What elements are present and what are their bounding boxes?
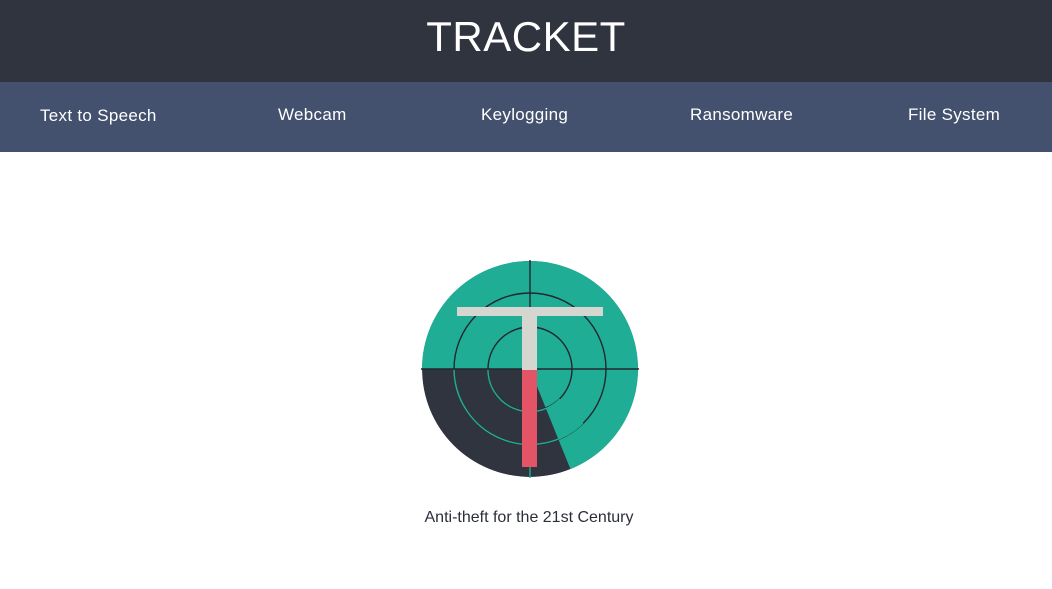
logo-t-stem-top bbox=[522, 307, 537, 370]
tagline: Anti-theft for the 21st Century bbox=[424, 509, 634, 526]
nav-item-webcam[interactable]: Webcam bbox=[278, 105, 347, 125]
nav-item-ransomware[interactable]: Ransomware bbox=[690, 105, 793, 125]
main-nav: Text to Speech Webcam Keylogging Ransomw… bbox=[0, 82, 1052, 152]
nav-item-text-to-speech[interactable]: Text to Speech bbox=[40, 106, 157, 126]
logo-t-stem-bottom bbox=[522, 370, 537, 467]
nav-item-file-system[interactable]: File System bbox=[908, 105, 1000, 125]
app-title: TRACKET bbox=[426, 13, 626, 60]
main-content: Anti-theft for the 21st Century bbox=[0, 152, 1052, 589]
app-header: TRACKET bbox=[0, 0, 1052, 82]
radar-t-logo-icon bbox=[421, 260, 639, 478]
nav-item-keylogging[interactable]: Keylogging bbox=[481, 105, 568, 125]
